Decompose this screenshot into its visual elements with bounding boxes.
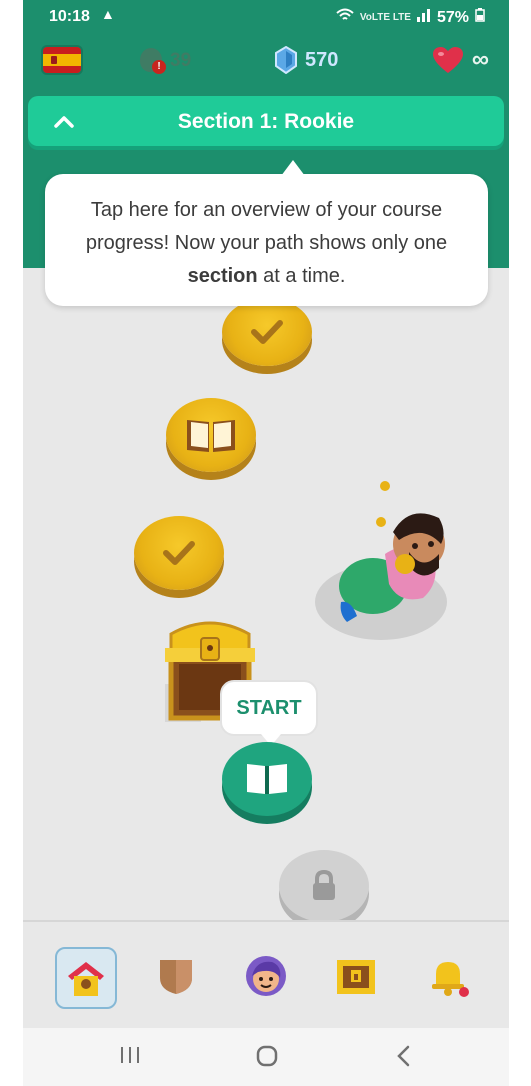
- nav-notifications-tab[interactable]: [419, 947, 477, 1005]
- tooltip-text: Tap here for an overview of your course …: [63, 194, 470, 293]
- section-banner[interactable]: Section 1: Rookie: [28, 96, 504, 146]
- gem-icon: [275, 46, 297, 74]
- start-label: START: [236, 697, 302, 719]
- nav-profile-tab[interactable]: [237, 947, 295, 1005]
- lock-icon: [313, 870, 335, 900]
- completed-lesson-node[interactable]: [134, 516, 224, 590]
- leagues-shield-icon: [160, 960, 192, 994]
- nav-leagues-tab[interactable]: [147, 947, 205, 1005]
- streak-flame-icon: !: [140, 48, 166, 74]
- completed-lesson-node[interactable]: [222, 298, 312, 366]
- hearts-counter[interactable]: ∞: [432, 46, 489, 74]
- tooltip-pointer: [281, 160, 305, 176]
- network-label: VoLTE LTE: [359, 12, 411, 23]
- book-icon: [187, 420, 235, 452]
- back-chevron-icon[interactable]: [389, 1044, 419, 1070]
- system-navigation-bar: [23, 1028, 509, 1086]
- current-lesson-node[interactable]: [222, 742, 312, 816]
- gems-counter[interactable]: 570: [275, 46, 338, 74]
- notifications-bell-icon: [432, 962, 469, 997]
- checkmark-icon: [163, 541, 195, 565]
- nav-home-tab[interactable]: [55, 947, 117, 1009]
- section-title: Section 1: Rookie: [177, 110, 355, 133]
- home-circle-icon[interactable]: [252, 1044, 282, 1070]
- status-bar: 10:18 ▲ VoLTE LTE 57%: [23, 0, 509, 32]
- section-overview-tooltip[interactable]: Tap here for an overview of your course …: [45, 160, 488, 306]
- streak-counter[interactable]: ! 39: [140, 48, 191, 74]
- gems-count: 570: [305, 48, 339, 71]
- streak-count: 39: [170, 50, 192, 71]
- hearts-infinity: ∞: [471, 46, 489, 73]
- battery-icon: [475, 8, 485, 27]
- start-tooltip[interactable]: START: [220, 680, 318, 746]
- home-icon: [68, 962, 104, 996]
- bottom-navigation: [23, 920, 509, 1030]
- status-indicators: VoLTE LTE 57%: [336, 8, 485, 27]
- warning-triangle-icon: ▲: [101, 6, 115, 22]
- tooltip-bold-word: section: [187, 265, 258, 287]
- spain-flag-icon[interactable]: [43, 47, 81, 73]
- locked-lesson-node[interactable]: [279, 850, 369, 922]
- profile-avatar-icon: [246, 956, 286, 996]
- heart-icon: [432, 47, 463, 73]
- treasure-chest-icon: [337, 960, 375, 994]
- status-time: 10:18: [49, 8, 90, 25]
- top-stats-bar: ! 39 570 ∞: [23, 36, 509, 84]
- checkmark-icon: [251, 320, 283, 344]
- recent-apps-icon[interactable]: [115, 1044, 145, 1070]
- story-lesson-node[interactable]: [166, 398, 256, 472]
- tooltip-text-prefix: Tap here for an overview of your course …: [85, 199, 448, 254]
- book-icon: [247, 764, 287, 794]
- tooltip-text-suffix: at a time.: [257, 265, 346, 287]
- signal-icon: [416, 8, 431, 27]
- battery-level: 57%: [436, 8, 469, 26]
- app-screen: 10:18 ▲ VoLTE LTE 57% ! 39 570 ∞ Section…: [23, 0, 509, 1086]
- alert-icon: !: [152, 60, 166, 74]
- wifi-icon: [336, 8, 354, 27]
- nav-shop-tab[interactable]: [327, 947, 385, 1005]
- mascot-character-illustration: [315, 481, 447, 640]
